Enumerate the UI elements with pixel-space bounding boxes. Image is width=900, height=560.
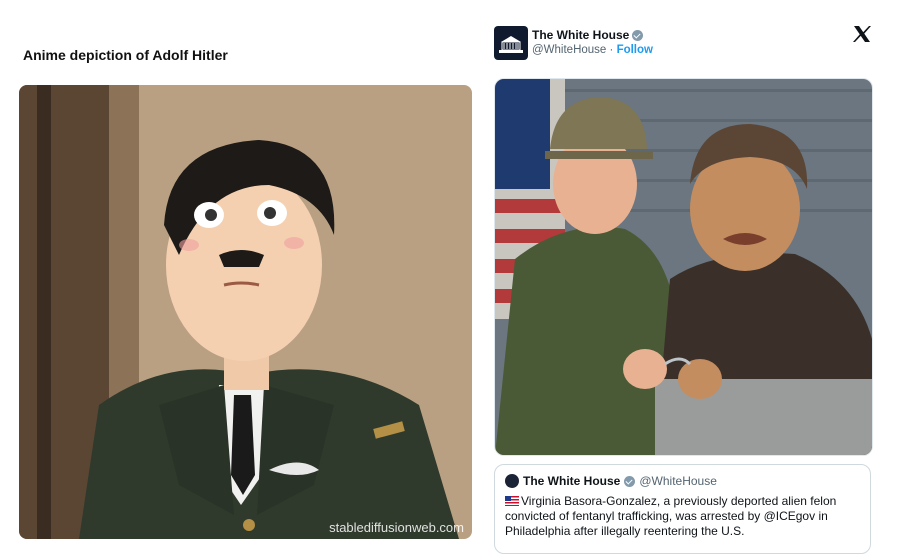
quoted-tweet-body: Virginia Basora-Gonzalez, a previously d… [505, 494, 837, 538]
watermark-text: stablediffusionweb.com [329, 520, 464, 535]
account-name-label[interactable]: The White House [532, 28, 629, 42]
us-flag-icon [505, 496, 519, 506]
page-title: Anime depiction of Adolf Hitler [23, 47, 228, 63]
tweet-image[interactable] [494, 78, 873, 456]
quoted-account-name[interactable]: The White House [523, 474, 620, 488]
account-name[interactable]: The White House [532, 28, 644, 42]
account-handle-row: @WhiteHouse · Follow [532, 44, 653, 56]
verified-badge-icon [632, 29, 644, 41]
x-logo-icon[interactable] [852, 24, 872, 44]
verified-badge-icon [624, 475, 636, 487]
account-handle[interactable]: @WhiteHouse [532, 44, 606, 56]
quoted-tweet-card[interactable]: The White House @WhiteHouse Virginia Bas… [494, 464, 871, 554]
quoted-tweet-header: The White House @WhiteHouse [505, 474, 860, 488]
follow-button[interactable]: Follow [617, 44, 653, 56]
anime-portrait-image: stablediffusionweb.com [19, 85, 472, 539]
quoted-avatar[interactable] [505, 474, 519, 488]
white-house-avatar[interactable] [494, 26, 528, 60]
quoted-tweet-text: Virginia Basora-Gonzalez, a previously d… [505, 494, 860, 539]
separator-dot: · [609, 44, 614, 56]
tweet-header: The White House @WhiteHouse · Follow [494, 26, 884, 60]
quoted-account-handle[interactable]: @WhiteHouse [639, 474, 717, 488]
